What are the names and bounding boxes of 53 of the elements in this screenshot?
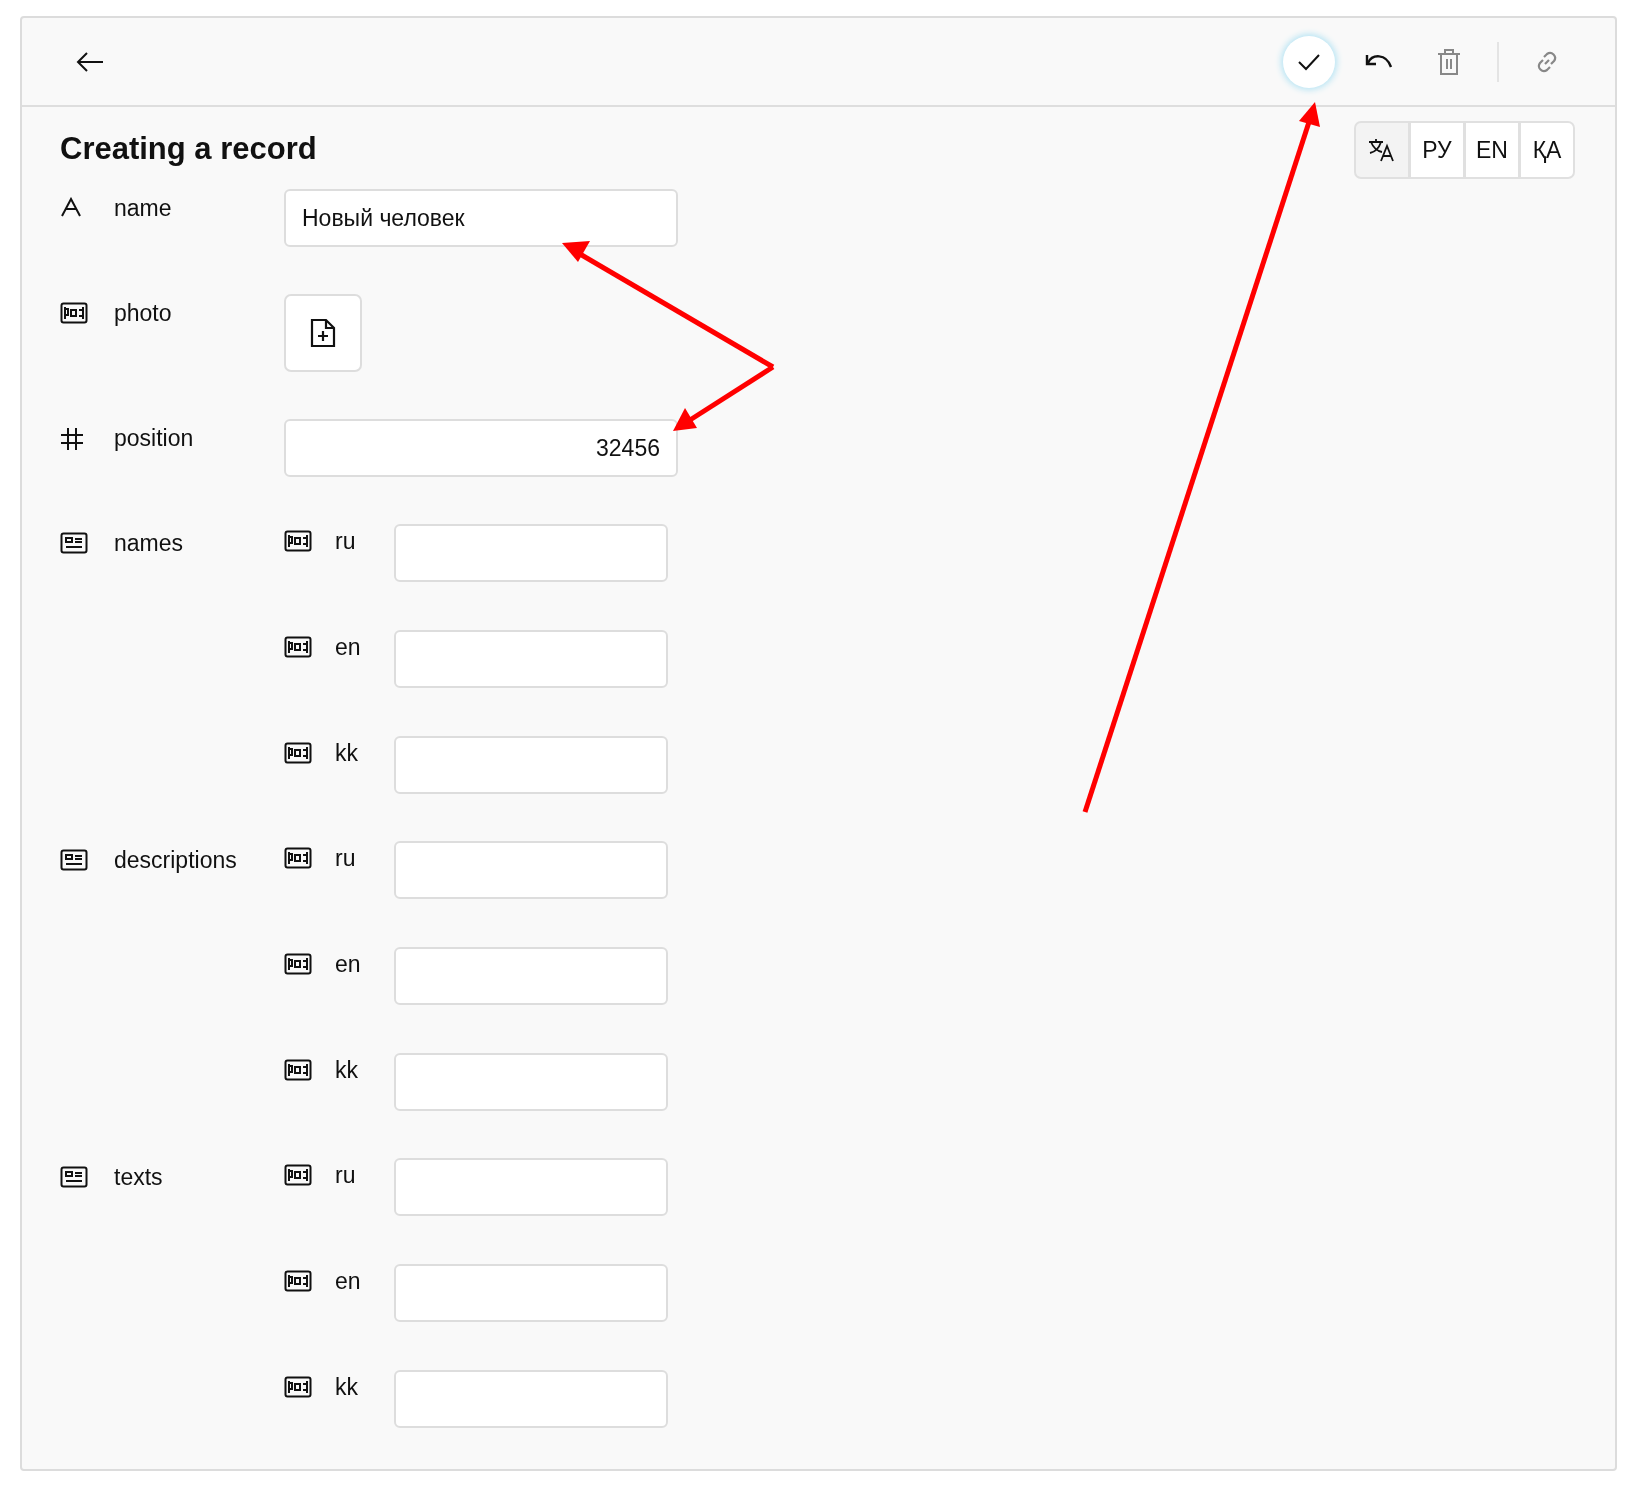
language-label: kk	[335, 739, 359, 767]
text-field[interactable]	[394, 947, 668, 1005]
text-field[interactable]	[394, 1053, 668, 1111]
strip-icon	[284, 636, 312, 658]
card-icon	[60, 849, 88, 871]
page-title: Creating a record	[60, 131, 318, 167]
text-field[interactable]	[394, 1370, 668, 1428]
language-button[interactable]: EN	[1466, 123, 1518, 177]
file-add-icon	[310, 318, 336, 348]
strip-icon	[284, 1164, 312, 1186]
language-label: kk	[335, 1373, 359, 1401]
strip-icon	[60, 302, 88, 324]
strip-icon	[284, 1270, 312, 1292]
trash-icon	[1437, 47, 1461, 76]
field-label: position	[114, 424, 195, 452]
language-label: ru	[335, 844, 357, 872]
strip-icon	[284, 742, 312, 764]
language-button[interactable]: ҚА	[1521, 123, 1573, 177]
text-field[interactable]	[394, 1158, 668, 1216]
text-field[interactable]	[394, 524, 668, 582]
text-field[interactable]	[394, 630, 668, 688]
hash-icon	[60, 427, 84, 451]
text-field[interactable]: Новый человек	[284, 189, 678, 247]
strip-icon	[284, 847, 312, 869]
field-label: texts	[114, 1163, 164, 1191]
field-label: photo	[114, 299, 173, 327]
language-button[interactable]: РУ	[1411, 123, 1463, 177]
back-arrow-icon	[76, 51, 104, 72]
letter-a-icon	[60, 197, 82, 217]
text-field[interactable]	[394, 736, 668, 794]
translate-icon	[1368, 137, 1396, 163]
strip-icon	[284, 530, 312, 552]
language-label: kk	[335, 1056, 359, 1084]
check-icon	[1297, 52, 1321, 71]
language-label: ru	[335, 527, 357, 555]
strip-icon	[284, 1059, 312, 1081]
number-field[interactable]: 32456	[284, 419, 678, 477]
text-field[interactable]	[394, 841, 668, 899]
save-button[interactable]	[1283, 35, 1335, 88]
language-label: en	[335, 1267, 362, 1295]
language-label: en	[335, 950, 362, 978]
field-label: name	[114, 194, 173, 222]
text-field[interactable]	[394, 1264, 668, 1322]
card-icon	[60, 1166, 88, 1188]
strip-icon	[284, 1376, 312, 1398]
strip-icon	[284, 953, 312, 975]
card-icon	[60, 532, 88, 554]
language-label: ru	[335, 1161, 357, 1189]
field-label: names	[114, 529, 185, 557]
add-file-button[interactable]	[284, 294, 362, 372]
field-label: descriptions	[114, 846, 238, 874]
language-label: en	[335, 633, 362, 661]
translate-button[interactable]	[1356, 123, 1408, 177]
